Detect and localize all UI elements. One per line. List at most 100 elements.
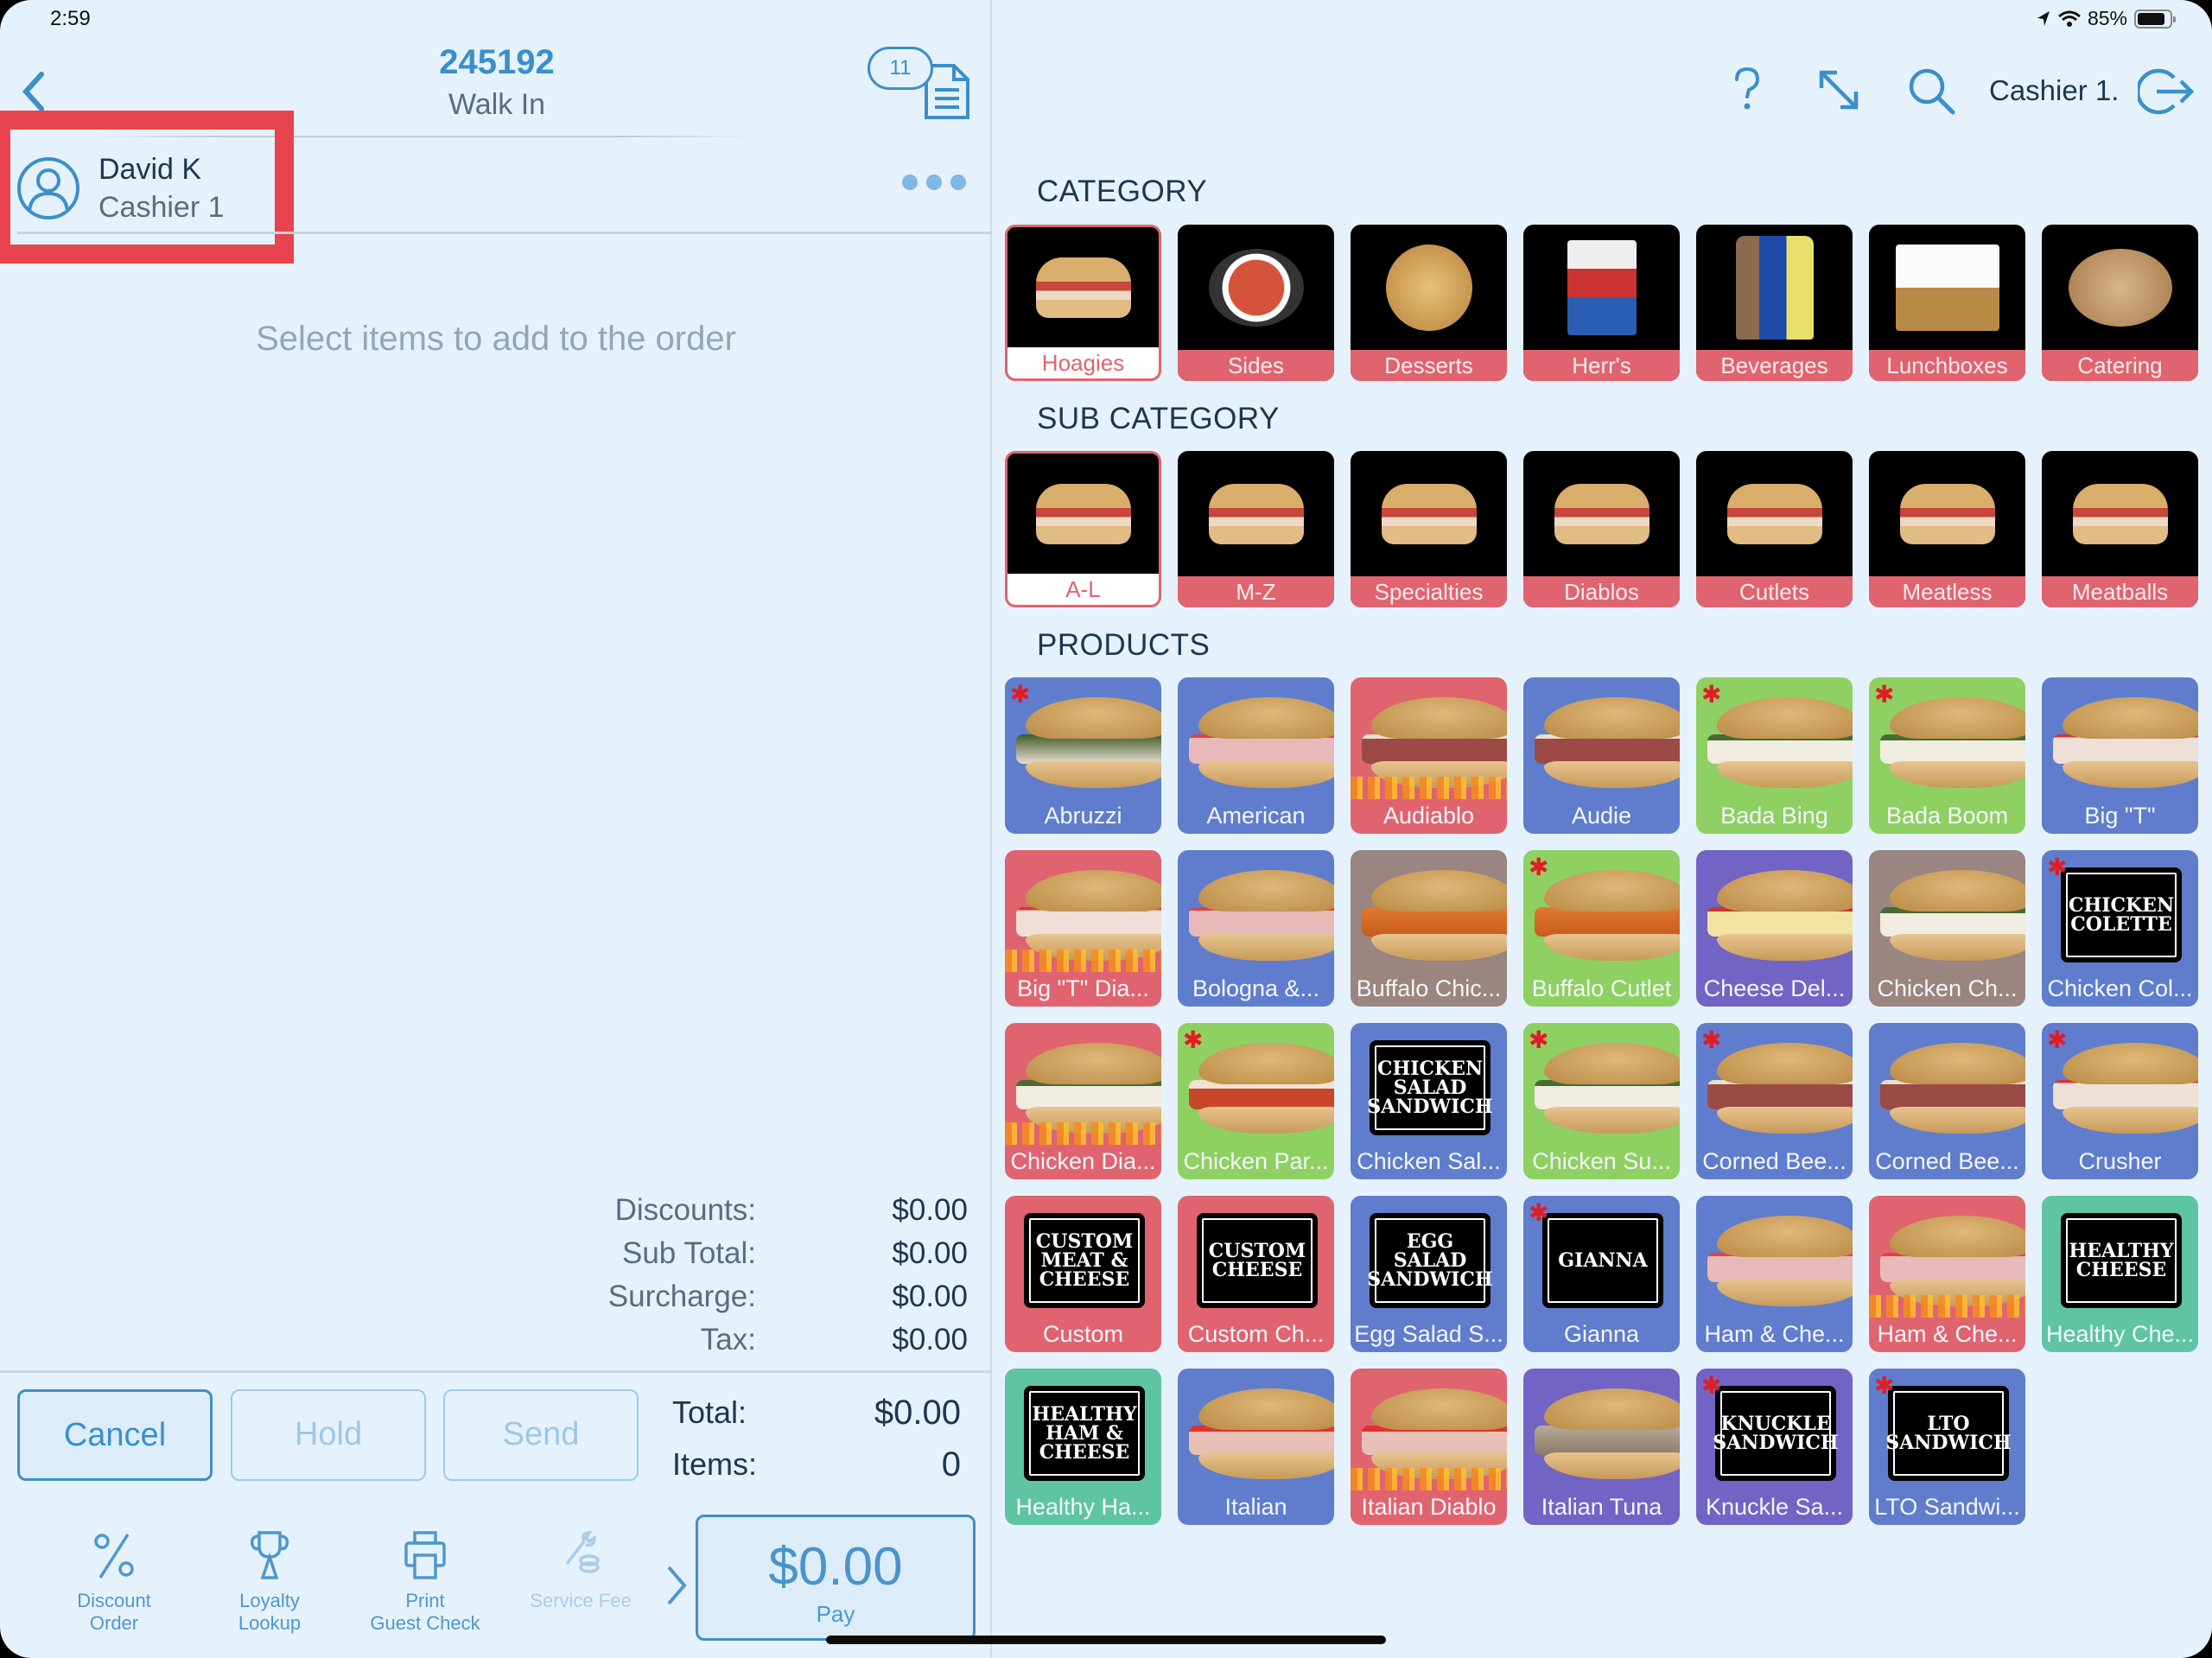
- product-tile[interactable]: EGG SALAD SANDWICH Egg Salad S...: [1351, 1196, 1507, 1352]
- product-tile[interactable]: Audie: [1523, 677, 1680, 834]
- product-tile[interactable]: ✱ Abruzzi: [1005, 677, 1161, 834]
- product-tile[interactable]: CHICKEN SALAD SANDWICH Chicken Sal...: [1351, 1023, 1507, 1179]
- product-tile[interactable]: Ham & Che...: [1869, 1196, 2025, 1352]
- product-tile[interactable]: HEALTHY HAM & CHEESE Healthy Ha...: [1005, 1369, 1161, 1525]
- cancel-button[interactable]: Cancel: [17, 1389, 213, 1481]
- category-tile[interactable]: Sides: [1178, 225, 1334, 381]
- product-tile[interactable]: Chicken Ch...: [1869, 850, 2025, 1007]
- product-label: Corned Bee...: [1875, 1148, 2019, 1174]
- sandwich-image: [1878, 693, 2025, 797]
- category-grid: Hoagies Sides Desserts Herr's Beverages Lunch…: [1005, 225, 2198, 381]
- sub-category-label: M-Z: [1178, 576, 1334, 607]
- print-guest-check-button[interactable]: Print Guest Check: [352, 1529, 499, 1635]
- category-tile[interactable]: Hoagies: [1005, 225, 1161, 381]
- sandwich-image: [1186, 693, 1334, 797]
- pay-button[interactable]: $0.00 Pay: [696, 1515, 976, 1641]
- product-tile[interactable]: Italian: [1178, 1369, 1334, 1525]
- product-label: Ham & Che...: [1704, 1321, 1845, 1347]
- chevron-right-icon[interactable]: [665, 1564, 688, 1607]
- sandwich-image: [1705, 866, 1853, 969]
- expand-icon[interactable]: [1815, 66, 1863, 114]
- category-tile[interactable]: Beverages: [1696, 225, 1853, 381]
- more-options-button[interactable]: [902, 175, 966, 190]
- sub-category-tile[interactable]: Cutlets: [1696, 451, 1853, 607]
- product-tile[interactable]: Big "T" Dia...: [1005, 850, 1161, 1007]
- sub-category-tile[interactable]: Diablos: [1523, 451, 1680, 607]
- sandwich-image: [1359, 866, 1507, 969]
- product-tile[interactable]: Buffalo Chic...: [1351, 850, 1507, 1007]
- hold-button[interactable]: Hold: [231, 1389, 426, 1481]
- open-orders-button[interactable]: 11: [868, 47, 971, 119]
- category-tile[interactable]: Lunchboxes: [1869, 225, 2025, 381]
- featured-asterisk-icon: ✱: [1701, 1026, 1722, 1053]
- tile-image: [1523, 225, 1680, 350]
- product-tile[interactable]: Italian Tuna: [1523, 1369, 1680, 1525]
- summary-value: $0.00: [892, 1193, 968, 1227]
- category-tile[interactable]: Herr's: [1523, 225, 1680, 381]
- tile-image: [2042, 225, 2198, 350]
- category-tile[interactable]: Catering: [2042, 225, 2198, 381]
- back-button[interactable]: [16, 69, 50, 114]
- search-icon[interactable]: [1906, 66, 1958, 118]
- featured-asterisk-icon: ✱: [1010, 681, 1031, 708]
- product-tile[interactable]: American: [1178, 677, 1334, 834]
- help-icon[interactable]: [1730, 66, 1764, 114]
- sub-category-tile[interactable]: Specialties: [1351, 451, 1507, 607]
- product-tile[interactable]: Ham & Che...: [1696, 1196, 1853, 1352]
- send-button[interactable]: Send: [443, 1389, 639, 1481]
- logout-icon[interactable]: [2138, 67, 2195, 116]
- product-label: Chicken Sal...: [1357, 1148, 1501, 1174]
- category-label: Desserts: [1351, 350, 1507, 381]
- products-heading: PRODUCTS: [1037, 628, 1211, 662]
- product-label: Big "T": [2084, 803, 2156, 829]
- product-label: LTO Sandwi...: [1874, 1494, 2020, 1520]
- action-label: Service Fee: [530, 1590, 632, 1611]
- product-tile[interactable]: ✱ Chicken Su...: [1523, 1023, 1680, 1179]
- product-tile[interactable]: Cheese Del...: [1696, 850, 1853, 1007]
- battery-percent: 85%: [2087, 7, 2127, 29]
- loyalty-lookup-button[interactable]: Loyalty Lookup: [196, 1529, 343, 1635]
- product-tile[interactable]: ✱ Chicken Par...: [1178, 1023, 1334, 1179]
- summary-label: Tax:: [700, 1323, 756, 1356]
- service-fee-button[interactable]: Service Fee: [507, 1529, 654, 1612]
- sub-category-tile[interactable]: Meatless: [1869, 451, 2025, 607]
- tile-image: [1696, 451, 1853, 576]
- product-tile[interactable]: CUSTOM MEAT & CHEESE Custom: [1005, 1196, 1161, 1352]
- featured-asterisk-icon: ✱: [1529, 1026, 1549, 1053]
- product-tile[interactable]: Bologna &...: [1178, 850, 1334, 1007]
- sub-category-tile[interactable]: M-Z: [1178, 451, 1334, 607]
- home-indicator[interactable]: [826, 1636, 1386, 1644]
- product-tile[interactable]: ✱ Bada Bing: [1696, 677, 1853, 834]
- order-type[interactable]: Walk In: [346, 88, 648, 122]
- product-tile[interactable]: ✱ Corned Bee...: [1696, 1023, 1853, 1179]
- product-tile[interactable]: ✱ KNUCKLE SANDWICH Knuckle Sa...: [1696, 1369, 1853, 1525]
- product-label: Chicken Su...: [1532, 1148, 1671, 1174]
- featured-asterisk-icon: ✱: [1529, 1199, 1549, 1226]
- product-tile[interactable]: Big "T": [2042, 677, 2198, 834]
- product-tile[interactable]: Italian Diablo: [1351, 1369, 1507, 1525]
- category-label: Herr's: [1523, 350, 1680, 381]
- category-tile[interactable]: Desserts: [1351, 225, 1507, 381]
- discount-order-button[interactable]: Discount Order: [41, 1529, 188, 1635]
- items-label: Items:: [672, 1446, 758, 1482]
- status-icons: 85%: [2036, 7, 2176, 30]
- product-label: Ham & Che...: [1877, 1321, 2018, 1347]
- product-tile[interactable]: Corned Bee...: [1869, 1023, 2025, 1179]
- sub-category-tile[interactable]: A-L: [1005, 451, 1161, 607]
- product-tile[interactable]: Chicken Dia...: [1005, 1023, 1161, 1179]
- product-tile[interactable]: ✱ GIANNA Gianna: [1523, 1196, 1680, 1352]
- sub-category-tile[interactable]: Meatballs: [2042, 451, 2198, 607]
- product-label: Crusher: [2078, 1148, 2162, 1174]
- product-tile[interactable]: ✱ CHICKEN COLETTE Chicken Col...: [2042, 850, 2198, 1007]
- product-tile[interactable]: ✱ Bada Boom: [1869, 677, 2025, 834]
- product-tile[interactable]: ✱ LTO SANDWICH LTO Sandwi...: [1869, 1369, 2025, 1525]
- tile-image: [1007, 454, 1159, 574]
- product-tile[interactable]: Audiablo: [1351, 677, 1507, 834]
- product-tile[interactable]: ✱ Crusher: [2042, 1023, 2198, 1179]
- product-tile[interactable]: CUSTOM CHEESE Custom Ch...: [1178, 1196, 1334, 1352]
- cashier-label: Cashier 1.: [1989, 74, 2120, 106]
- tile-image: [1178, 225, 1334, 350]
- product-label: Corned Bee...: [1702, 1148, 1847, 1174]
- product-tile[interactable]: HEALTHY CHEESE Healthy Che...: [2042, 1196, 2198, 1352]
- product-tile[interactable]: ✱ Buffalo Cutlet: [1523, 850, 1680, 1007]
